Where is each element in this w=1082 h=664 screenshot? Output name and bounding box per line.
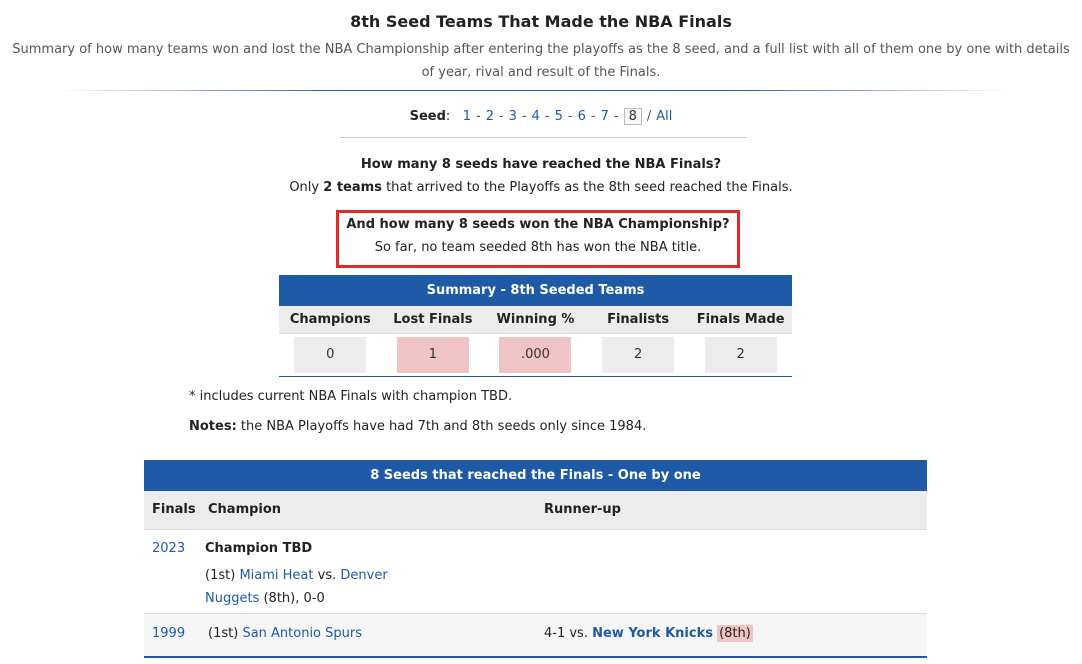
seed-label: (1st)	[205, 568, 236, 583]
finals-question: How many 8 seeds have reached the NBA Fi…	[360, 157, 722, 172]
summary-values-row: 0 1 .000 2 2	[279, 334, 792, 377]
col-champion: Champion	[208, 502, 282, 517]
summary-value-champions: 0	[294, 337, 367, 373]
table-row: 1999 (1st) San Antonio Spurs 4-1 vs. New…	[144, 614, 927, 658]
finals-answer-count: 2 teams	[323, 180, 382, 195]
finals-list-header-row: Finals Champion Runner-up	[144, 491, 927, 530]
seed-sep: -	[544, 109, 550, 124]
notes-text: the NBA Playoffs have had 7th and 8th se…	[240, 419, 647, 434]
summary-table: Summary - 8th Seeded Teams Champions Los…	[279, 275, 792, 377]
summary-table-title: Summary - 8th Seeded Teams	[279, 275, 792, 306]
seed-link-1[interactable]: 1	[463, 109, 471, 124]
seed-nav-label: Seed	[409, 109, 446, 124]
vs-label: vs.	[317, 568, 337, 583]
seed-nav-divider	[340, 137, 747, 138]
seed-navigation: Seed: 1-2-3-4-5-6-7-8/All	[0, 108, 1082, 125]
series-result: 4-1 vs.	[544, 626, 588, 641]
seed-current-8: 8	[623, 108, 642, 125]
year-link-1999[interactable]: 1999	[152, 626, 185, 641]
summary-value-winning-pct: .000	[499, 337, 572, 373]
seed-link-2[interactable]: 2	[486, 109, 494, 124]
summary-col-finalists: Finalists	[607, 312, 670, 327]
matchup-2023: (1st) Miami Heat vs. Denver Nuggets (8th…	[205, 564, 405, 610]
championship-answer: So far, no team seeded 8th has won the N…	[374, 240, 702, 255]
notes: Notes: the NBA Playoffs have had 7th and…	[189, 419, 646, 434]
notes-label: Notes:	[189, 419, 237, 434]
summary-col-finals-made: Finals Made	[696, 312, 785, 327]
team-link-miami-heat[interactable]: Miami Heat	[239, 568, 313, 583]
summary-value-finalists: 2	[602, 337, 675, 373]
seed-sep: -	[613, 109, 619, 124]
team-link-san-antonio-spurs[interactable]: San Antonio Spurs	[242, 626, 362, 641]
finals-list-table: 8 Seeds that reached the Finals - One by…	[144, 460, 927, 658]
summary-value-finals-made: 2	[704, 337, 777, 373]
footnote: * includes current NBA Finals with champ…	[189, 389, 513, 404]
summary-value-lost-finals: 1	[396, 337, 469, 373]
championship-question: And how many 8 seeds won the NBA Champio…	[346, 217, 730, 232]
seed-sep: -	[590, 109, 596, 124]
finals-list-title: 8 Seeds that reached the Finals - One by…	[144, 460, 927, 491]
finals-answer: Only 2 teams that arrived to the Playoff…	[0, 180, 1082, 195]
team-link-nuggets[interactable]: Nuggets	[205, 591, 259, 606]
seed-link-5[interactable]: 5	[555, 109, 563, 124]
seed-sep: -	[567, 109, 573, 124]
summary-col-winning-pct: Winning %	[496, 312, 575, 327]
team-link-denver[interactable]: Denver	[340, 568, 387, 583]
seed-link-3[interactable]: 3	[509, 109, 517, 124]
seed-link-all[interactable]: All	[656, 109, 672, 124]
runner-up-seed: (8th)	[717, 625, 753, 642]
team-link-new-york-knicks[interactable]: New York Knicks	[592, 626, 713, 641]
champion-tbd: Champion TBD	[205, 541, 313, 556]
table-row: 2023 Champion TBD (1st) Miami Heat vs. D…	[144, 530, 927, 614]
seed-slash: /	[646, 109, 652, 124]
seed-sep: -	[521, 109, 527, 124]
summary-header-row: Champions Lost Finals Winning % Finalist…	[279, 306, 792, 334]
champion-seed: (1st)	[208, 626, 239, 641]
summary-col-champions: Champions	[289, 312, 371, 327]
year-link-2023[interactable]: 2023	[152, 541, 185, 556]
seed-link-7[interactable]: 7	[601, 109, 609, 124]
title-divider	[60, 90, 1010, 91]
seed-link-6[interactable]: 6	[578, 109, 586, 124]
col-finals: Finals	[152, 502, 196, 517]
seed-result: (8th), 0-0	[263, 591, 325, 606]
seed-sep: -	[475, 109, 481, 124]
seed-link-4[interactable]: 4	[532, 109, 540, 124]
runner-up-1999: 4-1 vs. New York Knicks (8th)	[544, 625, 753, 642]
page-title: 8th Seed Teams That Made the NBA Finals	[350, 12, 732, 31]
seed-nav-colon: :	[445, 109, 451, 124]
col-runner-up: Runner-up	[544, 502, 621, 517]
finals-answer-pre: Only	[289, 180, 320, 195]
summary-col-lost-finals: Lost Finals	[393, 312, 473, 327]
champion-1999: (1st) San Antonio Spurs	[208, 626, 362, 641]
finals-answer-post: that arrived to the Playoffs as the 8th …	[386, 180, 793, 195]
page-subtitle: Summary of how many teams won and lost t…	[12, 42, 1070, 80]
seed-sep: -	[498, 109, 504, 124]
